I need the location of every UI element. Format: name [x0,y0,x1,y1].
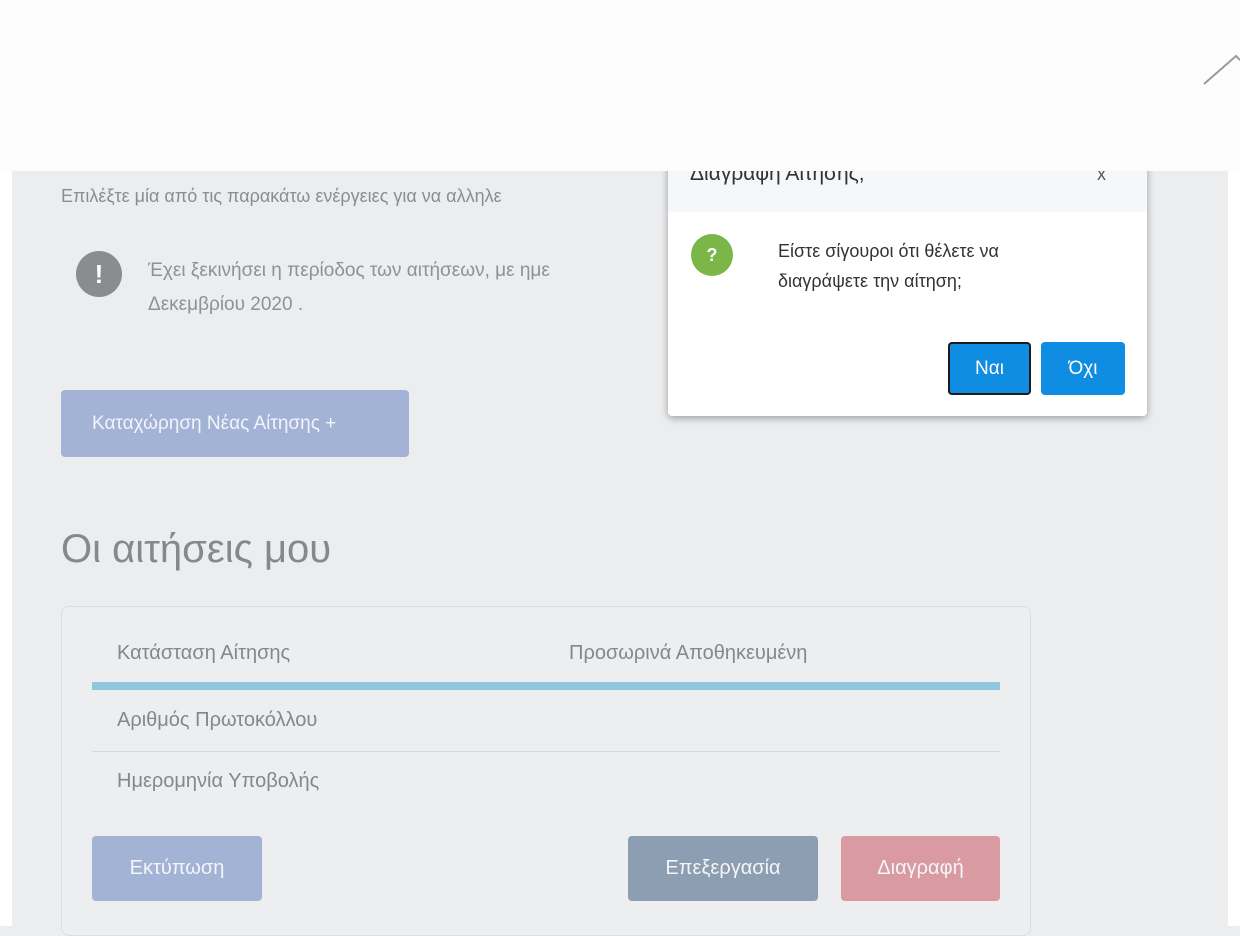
info-line-2: Δεκεμβρίου 2020 . [148,294,304,315]
edit-button[interactable]: Επεξεργασία [628,836,818,901]
print-button[interactable]: Εκτύπωση [92,836,262,901]
section-title: Οι αιτήσεις μου [61,527,332,571]
info-message: Έχει ξεκινήσει η περίοδος των αιτήσεων, … [148,254,550,322]
exclamation-circle-icon: ! [76,251,122,297]
submission-date-label: Ημερομηνία Υποβολής [117,770,320,792]
top-header [0,0,1240,171]
confirm-no-button[interactable]: Όχι [1041,342,1125,395]
row-divider [92,751,1000,752]
dialog-message: Είστε σίγουροι ότι θέλετε να διαγράψετε … [778,241,999,291]
intro-text: Επιλέξτε μία από τις παρακάτω ενέργειες … [61,186,502,206]
page-right-edge [1228,171,1240,926]
confirm-yes-button[interactable]: Ναι [948,342,1031,395]
status-value: Προσωρινά Αποθηκευμένη [569,642,808,664]
delete-button[interactable]: Διαγραφή [841,836,1000,901]
new-application-button[interactable]: Καταχώρηση Νέας Αίτησης + [61,390,409,457]
info-line-1: Έχει ξεκινήσει η περίοδος των αιτήσεων, … [148,260,550,281]
protocol-label: Αριθμός Πρωτοκόλλου [117,709,318,731]
status-label: Κατάσταση Αίτησης [117,642,291,664]
page-left-edge [0,171,12,926]
status-divider [92,682,1000,690]
question-circle-icon: ? [691,234,733,276]
chevron-up-icon[interactable] [1202,52,1240,86]
